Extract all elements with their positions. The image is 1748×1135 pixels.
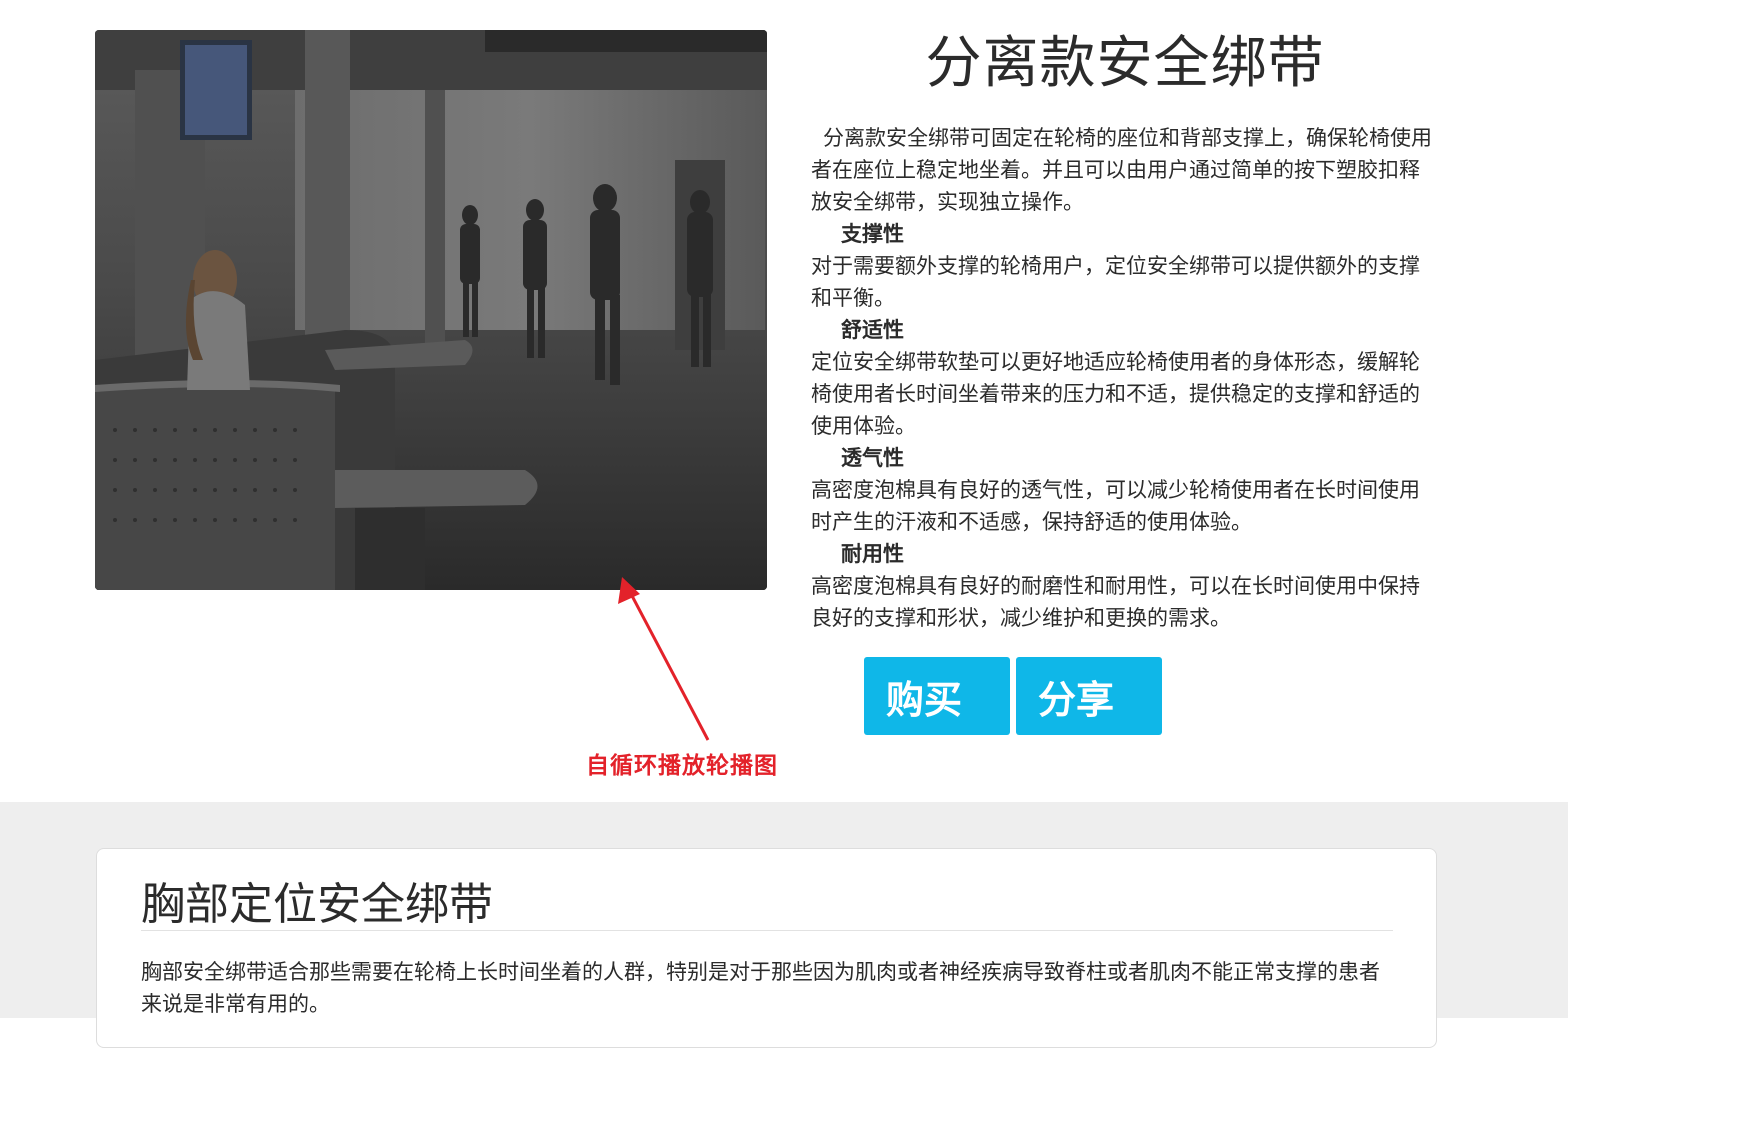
card-description: 胸部安全绑带适合那些需要在轮椅上长时间坐着的人群，特别是对于那些因为肌肉或者神经… [141,960,1380,1016]
share-button[interactable]: 分享 [1016,657,1162,735]
feature-text-comfort: 定位安全绑带软垫可以更好地适应轮椅使用者的身体形态，缓解轮椅使用者长时间坐着带来… [811,350,1420,438]
feature-text-durability: 高密度泡棉具有良好的耐磨性和耐用性，可以在长时间使用中保持良好的支撑和形状，减少… [811,574,1420,630]
feature-text-breathability: 高密度泡棉具有良好的透气性，可以减少轮椅使用者在长时间使用时产生的汗液和不适感，… [811,478,1420,534]
card-title: 胸部定位安全绑带 [141,879,493,930]
carousel-slide-image [95,30,767,590]
product-description: 分离款安全绑带可固定在轮椅的座位和背部支撑上，确保轮椅使用者在座位上稳定地坐着。… [811,122,1436,634]
section-chest-belt: 胸部定位安全绑带 胸部安全绑带适合那些需要在轮椅上长时间坐着的人群，特别是对于那… [0,802,1568,1048]
buy-button[interactable]: 购买 [864,657,1010,735]
feature-title-comfort: 舒适性 [841,318,904,342]
product-intro: 分离款安全绑带可固定在轮椅的座位和背部支撑上，确保轮椅使用者在座位上稳定地坐着。… [811,126,1432,214]
feature-title-durability: 耐用性 [841,542,904,566]
image-carousel[interactable] [95,30,767,590]
product-section: 分离款安全绑带 分离款安全绑带可固定在轮椅的座位和背部支撑上，确保轮椅使用者在座… [0,0,1568,802]
feature-title-support: 支撑性 [841,222,904,246]
product-title: 分离款安全绑带 [925,31,1325,96]
card-divider [141,930,1393,931]
feature-title-breathability: 透气性 [841,446,904,470]
product-card: 胸部定位安全绑带 胸部安全绑带适合那些需要在轮椅上长时间坐着的人群，特别是对于那… [96,848,1437,1048]
feature-text-support: 对于需要额外支撑的轮椅用户，定位安全绑带可以提供额外的支撑和平衡。 [811,254,1420,310]
carousel-annotation-label: 自循环播放轮播图 [586,753,778,779]
